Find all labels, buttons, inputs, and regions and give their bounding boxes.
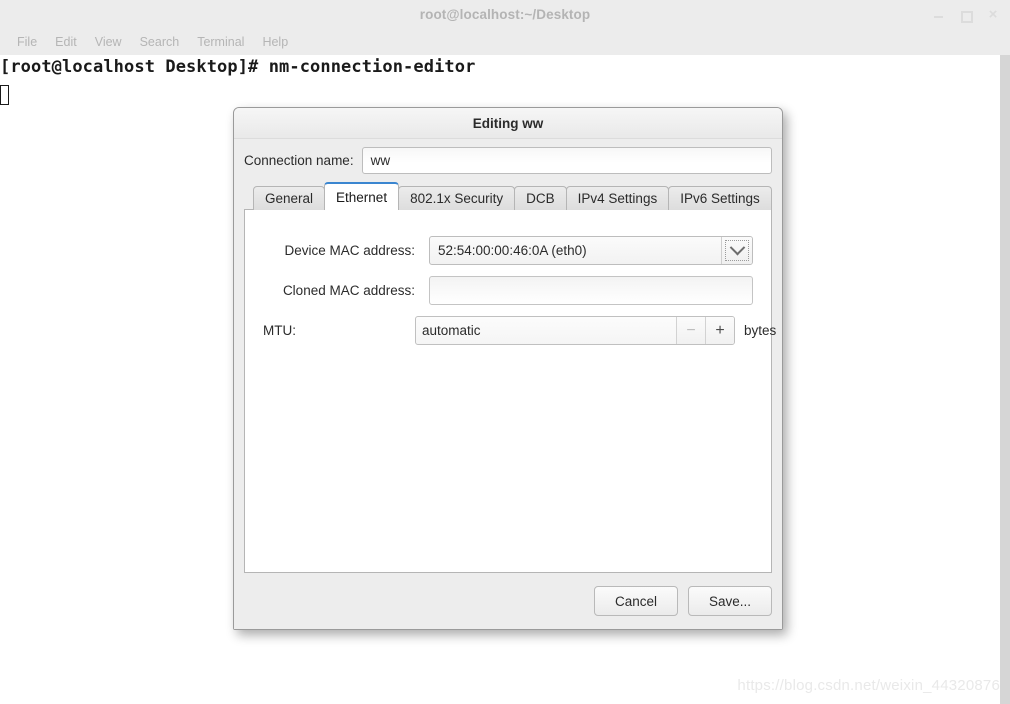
chevron-glyph [729, 239, 745, 256]
device-mac-row: Device MAC address: 52:54:00:00:46:0A (e… [263, 236, 753, 265]
mtu-spinner-wrap: automatic − + bytes [415, 316, 776, 345]
mtu-units-label: bytes [744, 323, 777, 338]
dialog-header: Editing ww [234, 108, 782, 139]
dialog-title: Editing ww [472, 115, 544, 131]
watermark: https://blog.csdn.net/weixin_44320876 [737, 677, 1000, 694]
chevron-down-icon[interactable] [721, 237, 752, 264]
menu-item-edit[interactable]: Edit [46, 30, 86, 55]
terminal-menubar: File Edit View Search Terminal Help [0, 30, 1010, 56]
tabstrip: General Ethernet 802.1x Security DCB IPv… [244, 182, 772, 210]
device-mac-value: 52:54:00:00:46:0A (eth0) [438, 243, 587, 258]
settings-notebook: General Ethernet 802.1x Security DCB IPv… [244, 182, 776, 573]
tab-dcb[interactable]: DCB [514, 186, 567, 210]
close-icon[interactable]: × [986, 7, 1000, 22]
cloned-mac-label: Cloned MAC address: [282, 283, 415, 298]
screen: root@localhost:~/Desktop × File Edit Vie… [0, 0, 1010, 704]
terminal-scrollbar[interactable] [1000, 55, 1010, 704]
connection-name-label: Connection name: [244, 153, 354, 168]
save-button[interactable]: Save... [688, 586, 772, 616]
ethernet-tab-panel: Device MAC address: 52:54:00:00:46:0A (e… [244, 209, 776, 573]
connection-editor-dialog: Editing ww Connection name: ww General E… [233, 107, 783, 630]
terminal-cursor [0, 85, 9, 105]
menu-items: File Edit View Search Terminal Help [0, 30, 1010, 55]
mtu-decrement-icon[interactable]: − [676, 317, 705, 344]
menu-item-help[interactable]: Help [253, 30, 297, 55]
terminal-prompt-line: [root@localhost Desktop]# nm-connection-… [0, 57, 476, 77]
menu-item-view[interactable]: View [86, 30, 131, 55]
connection-name-row: Connection name: ww [234, 139, 782, 178]
tab-ipv6-settings[interactable]: IPv6 Settings [668, 186, 772, 210]
device-mac-label: Device MAC address: [284, 243, 415, 258]
tab-ipv4-settings[interactable]: IPv4 Settings [565, 186, 670, 210]
maximize-icon[interactable] [959, 8, 973, 23]
menu-item-file[interactable]: File [8, 30, 46, 55]
terminal-titlebar: root@localhost:~/Desktop × [0, 0, 1010, 31]
menu-item-terminal[interactable]: Terminal [188, 30, 253, 55]
mtu-label: MTU: [263, 323, 296, 338]
tab-general[interactable]: General [253, 186, 326, 210]
mtu-value: automatic [422, 323, 481, 338]
minimize-icon[interactable] [932, 8, 946, 22]
dialog-actions: Cancel Save... [234, 573, 782, 629]
device-mac-combo[interactable]: 52:54:00:00:46:0A (eth0) [429, 236, 753, 265]
mtu-row: MTU: automatic − + bytes [263, 316, 776, 345]
window-controls: × [932, 0, 1006, 30]
connection-name-input[interactable]: ww [361, 147, 772, 174]
mtu-increment-icon[interactable]: + [705, 317, 734, 344]
tab-ethernet[interactable]: Ethernet [324, 182, 400, 210]
tab-802-1x-security[interactable]: 802.1x Security [398, 186, 516, 210]
cancel-button[interactable]: Cancel [594, 586, 678, 616]
cloned-mac-input[interactable] [429, 276, 753, 305]
cloned-mac-row: Cloned MAC address: [263, 276, 753, 305]
terminal-title: root@localhost:~/Desktop [419, 7, 591, 22]
menu-item-search[interactable]: Search [131, 30, 189, 55]
mtu-stepper[interactable]: automatic − + [415, 316, 735, 345]
